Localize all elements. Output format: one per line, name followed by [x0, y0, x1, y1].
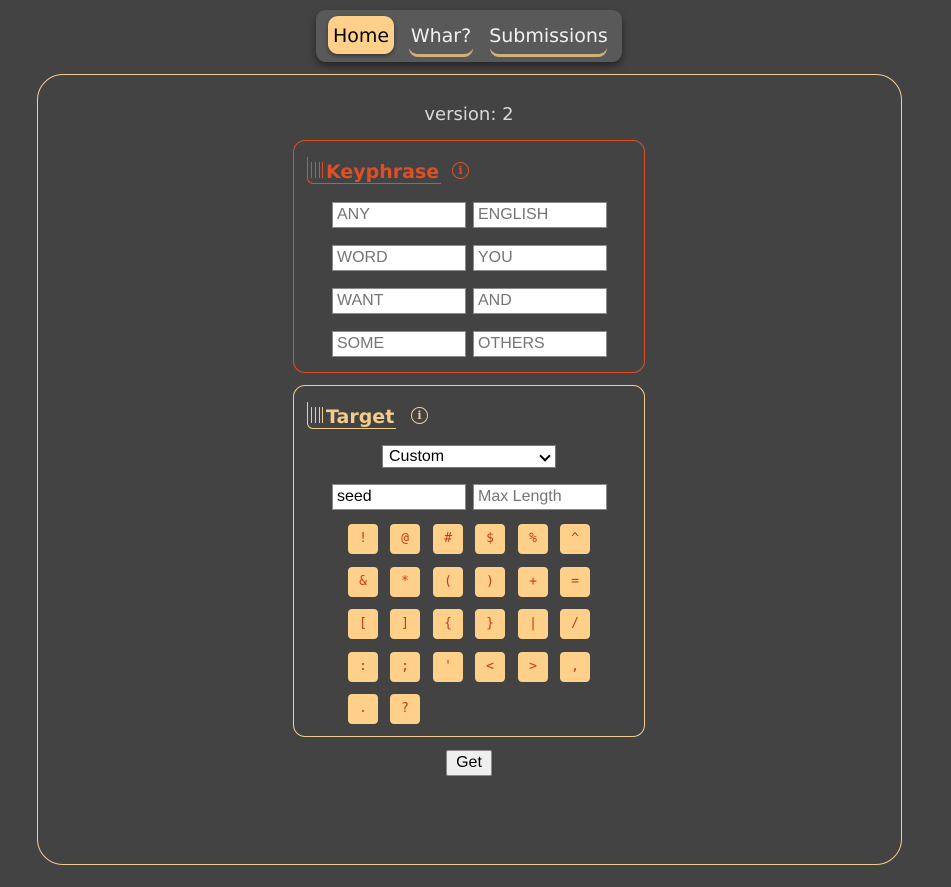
nav-whar-tab[interactable]: Whar?: [408, 16, 474, 54]
info-icon[interactable]: i: [452, 162, 469, 179]
info-icon[interactable]: i: [411, 407, 428, 424]
keyphrase-word-2-input[interactable]: [473, 202, 607, 228]
keyphrase-panel: Keyphrase i: [293, 140, 645, 373]
special-char-button[interactable]: $: [475, 524, 505, 554]
target-panel: Target i Custom ! @ # $% ^ &* () + = [] {} | /:; ' < >,…: [293, 385, 645, 737]
special-char-button[interactable]: <: [475, 652, 505, 682]
keyphrase-word-3-input[interactable]: [332, 245, 466, 271]
version-label: version: 2: [424, 104, 514, 125]
special-char-button[interactable]: ': [433, 652, 463, 682]
special-char-button[interactable]: %: [518, 524, 548, 554]
seed-input[interactable]: [332, 484, 466, 510]
special-char-button[interactable]: .: [348, 694, 378, 724]
keyphrase-word-5-input[interactable]: [332, 288, 466, 314]
keyphrase-word-1-input[interactable]: [332, 202, 466, 228]
top-navigation: Home Whar? Submissions: [316, 10, 622, 62]
special-char-button[interactable]: #: [433, 524, 463, 554]
special-char-button[interactable]: ]: [390, 609, 420, 639]
keyphrase-word-7-input[interactable]: [332, 331, 466, 357]
keyphrase-word-8-input[interactable]: [473, 331, 607, 357]
special-char-button[interactable]: +: [518, 567, 548, 597]
special-char-button[interactable]: >: [518, 652, 548, 682]
chevron-down-icon: [539, 450, 551, 462]
special-char-button[interactable]: ?: [390, 694, 420, 724]
special-char-button[interactable]: ^: [560, 524, 590, 554]
keyphrase-word-6-input[interactable]: [473, 288, 607, 314]
special-char-button[interactable]: ): [475, 567, 505, 597]
keyphrase-legend: Keyphrase: [307, 157, 442, 184]
special-char-button[interactable]: |: [518, 609, 548, 639]
special-char-button[interactable]: *: [390, 567, 420, 597]
bars-icon: [311, 162, 324, 178]
special-char-button[interactable]: [: [348, 609, 378, 639]
target-type-value: Custom: [389, 448, 445, 465]
special-char-button[interactable]: :: [348, 652, 378, 682]
special-char-button[interactable]: ,: [560, 652, 590, 682]
target-legend: Target: [307, 402, 397, 429]
bars-icon: [311, 407, 324, 423]
special-char-button[interactable]: !: [348, 524, 378, 554]
keyphrase-title: Keyphrase: [326, 161, 440, 183]
special-char-button[interactable]: &: [348, 567, 378, 597]
special-char-button[interactable]: /: [560, 609, 590, 639]
target-type-select[interactable]: Custom: [382, 445, 556, 468]
special-char-button[interactable]: }: [475, 609, 505, 639]
special-char-button[interactable]: =: [560, 567, 590, 597]
target-title: Target: [326, 406, 395, 428]
keyphrase-word-4-input[interactable]: [473, 245, 607, 271]
max-length-input[interactable]: [473, 484, 607, 510]
special-char-button[interactable]: {: [433, 609, 463, 639]
nav-submissions-tab[interactable]: Submissions: [489, 16, 608, 54]
special-char-button[interactable]: (: [433, 567, 463, 597]
get-button[interactable]: Get: [446, 750, 492, 776]
nav-home-tab[interactable]: Home: [328, 16, 394, 54]
special-char-button[interactable]: ;: [390, 652, 420, 682]
special-char-button[interactable]: @: [390, 524, 420, 554]
